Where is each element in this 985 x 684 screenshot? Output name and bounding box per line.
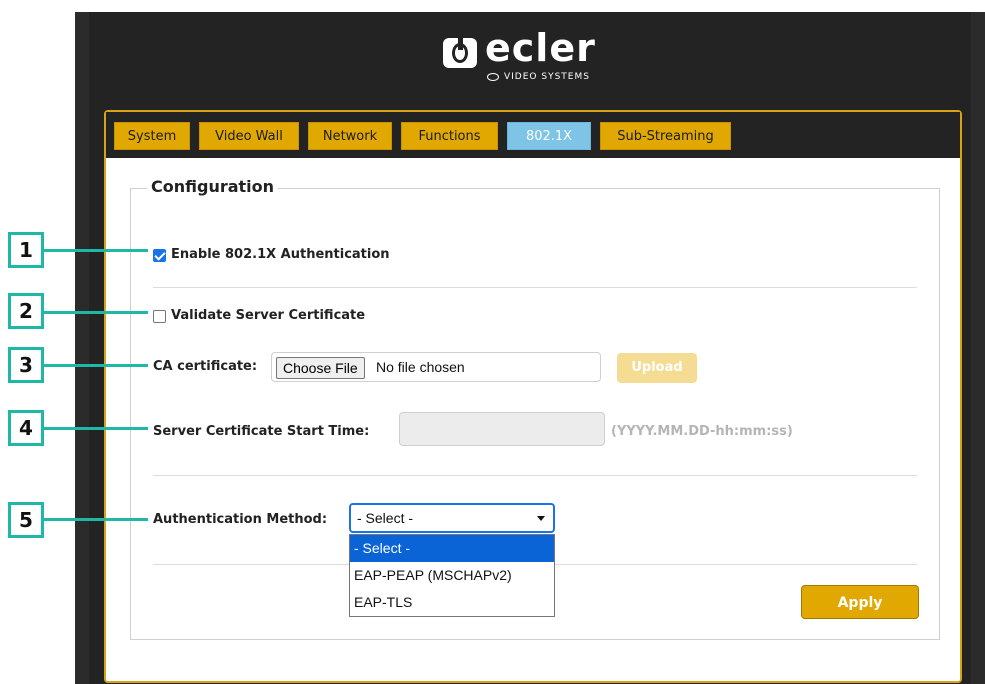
callout-leader: [44, 427, 148, 430]
callout-leader: [44, 518, 148, 521]
brand-name: ecler: [485, 26, 596, 70]
start-time-input[interactable]: [399, 412, 605, 446]
tab-video-wall[interactable]: Video Wall: [199, 122, 299, 150]
upload-button[interactable]: Upload: [617, 353, 697, 383]
callout-2: 2: [8, 293, 44, 329]
dropdown-caret-icon: [537, 516, 545, 521]
callout-4: 4: [8, 410, 44, 446]
brand-subtitle: VIDEO SYSTEMS: [504, 72, 590, 82]
validate-cert-label: Validate Server Certificate: [171, 308, 366, 323]
callout-1: 1: [8, 232, 44, 268]
auth-method-select[interactable]: - Select -: [349, 503, 555, 533]
tab-system[interactable]: System: [114, 122, 190, 150]
configuration-legend: Configuration: [147, 177, 279, 196]
auth-option[interactable]: - Select -: [350, 535, 554, 562]
auth-option[interactable]: EAP-PEAP (MSCHAPv2): [350, 562, 554, 589]
tab-sub-streaming[interactable]: Sub-Streaming: [600, 122, 731, 150]
callout-leader: [44, 364, 148, 367]
callout-leader: [44, 249, 148, 252]
apply-button[interactable]: Apply: [801, 585, 919, 619]
auth-option[interactable]: EAP-TLS: [350, 589, 554, 616]
tab-functions[interactable]: Functions: [401, 122, 498, 150]
ca-certificate-file-input[interactable]: Choose File No file chosen: [271, 352, 601, 382]
settings-panel: System Video Wall Network Functions 802.…: [104, 110, 962, 683]
ecler-logo-icon: [443, 36, 477, 68]
callout-3: 3: [8, 347, 44, 383]
auth-method-options: - Select - EAP-PEAP (MSCHAPv2) EAP-TLS: [349, 534, 555, 617]
auth-method-selected: - Select -: [357, 510, 414, 526]
configuration-fieldset: Configuration Enable 802.1X Authenticati…: [130, 177, 940, 640]
eye-icon: [487, 73, 499, 81]
callout-5: 5: [8, 502, 44, 538]
tab-bar: System Video Wall Network Functions 802.…: [106, 112, 960, 158]
start-time-label: Server Certificate Start Time:: [153, 424, 370, 439]
file-status: No file chosen: [376, 359, 465, 375]
auth-method-label: Authentication Method:: [153, 512, 328, 527]
choose-file-button[interactable]: Choose File: [276, 357, 365, 379]
tab-network[interactable]: Network: [308, 122, 392, 150]
divider: [153, 475, 917, 476]
brand-subtitle-row: VIDEO SYSTEMS: [487, 72, 590, 82]
ca-certificate-label: CA certificate:: [153, 359, 258, 374]
divider: [153, 287, 917, 288]
enable-8021x-checkbox[interactable]: [153, 249, 166, 262]
callout-leader: [44, 311, 148, 314]
start-time-format-hint: (YYYY.MM.DD-hh:mm:ss): [611, 424, 793, 439]
tab-802-1x[interactable]: 802.1X: [507, 122, 591, 150]
validate-cert-checkbox[interactable]: [153, 310, 166, 323]
enable-8021x-label: Enable 802.1X Authentication: [171, 247, 390, 262]
